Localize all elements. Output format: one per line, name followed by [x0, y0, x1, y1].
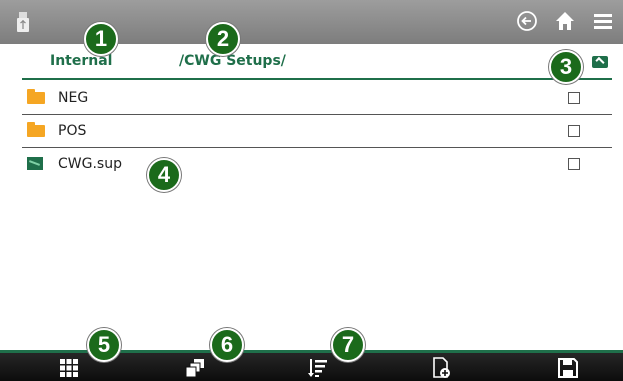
- copy-button[interactable]: [183, 357, 207, 379]
- copy-icon: [185, 359, 204, 378]
- list-item-label: CWG.sup: [58, 156, 122, 172]
- callout-7: 7: [331, 328, 365, 362]
- setup-file-icon: [27, 157, 43, 170]
- back-arrow-icon: [517, 11, 537, 31]
- folder-icon: [27, 89, 45, 104]
- callout-3: 3: [549, 50, 583, 84]
- callout-2: 2: [206, 22, 240, 56]
- save-icon: [558, 358, 578, 378]
- sort-button[interactable]: [306, 357, 330, 379]
- hamburger-menu-icon: [594, 14, 612, 29]
- list-item-label: POS: [58, 123, 87, 139]
- row-checkbox[interactable]: [568, 158, 580, 170]
- list-item-neg[interactable]: NEG: [22, 82, 612, 115]
- list-item-pos[interactable]: POS: [22, 115, 612, 148]
- new-file-button[interactable]: [430, 357, 454, 379]
- home-icon: [556, 12, 574, 30]
- callout-4: 4: [147, 158, 181, 192]
- grid-view-icon: [60, 359, 78, 377]
- current-folder-path[interactable]: /CWG Setups/: [179, 53, 286, 69]
- usb-icon[interactable]: [17, 12, 29, 32]
- save-button[interactable]: [556, 357, 580, 379]
- callout-6: 6: [210, 328, 244, 362]
- grid-view-button[interactable]: [57, 357, 81, 379]
- sort-icon: [308, 359, 327, 377]
- row-checkbox[interactable]: [568, 125, 580, 137]
- home-button[interactable]: [553, 9, 577, 33]
- select-all-checkbox-icon[interactable]: [592, 56, 608, 68]
- menu-button[interactable]: [591, 9, 615, 33]
- list-item-label: NEG: [58, 90, 89, 106]
- callout-5: 5: [87, 328, 121, 362]
- folder-icon: [27, 122, 45, 137]
- callout-1: 1: [84, 22, 118, 56]
- new-file-icon: [433, 357, 450, 378]
- back-button[interactable]: [515, 9, 539, 33]
- list-item-cwg-sup[interactable]: CWG.sup: [22, 148, 612, 181]
- row-checkbox[interactable]: [568, 92, 580, 104]
- file-list: NEG POS CWG.sup: [22, 82, 612, 181]
